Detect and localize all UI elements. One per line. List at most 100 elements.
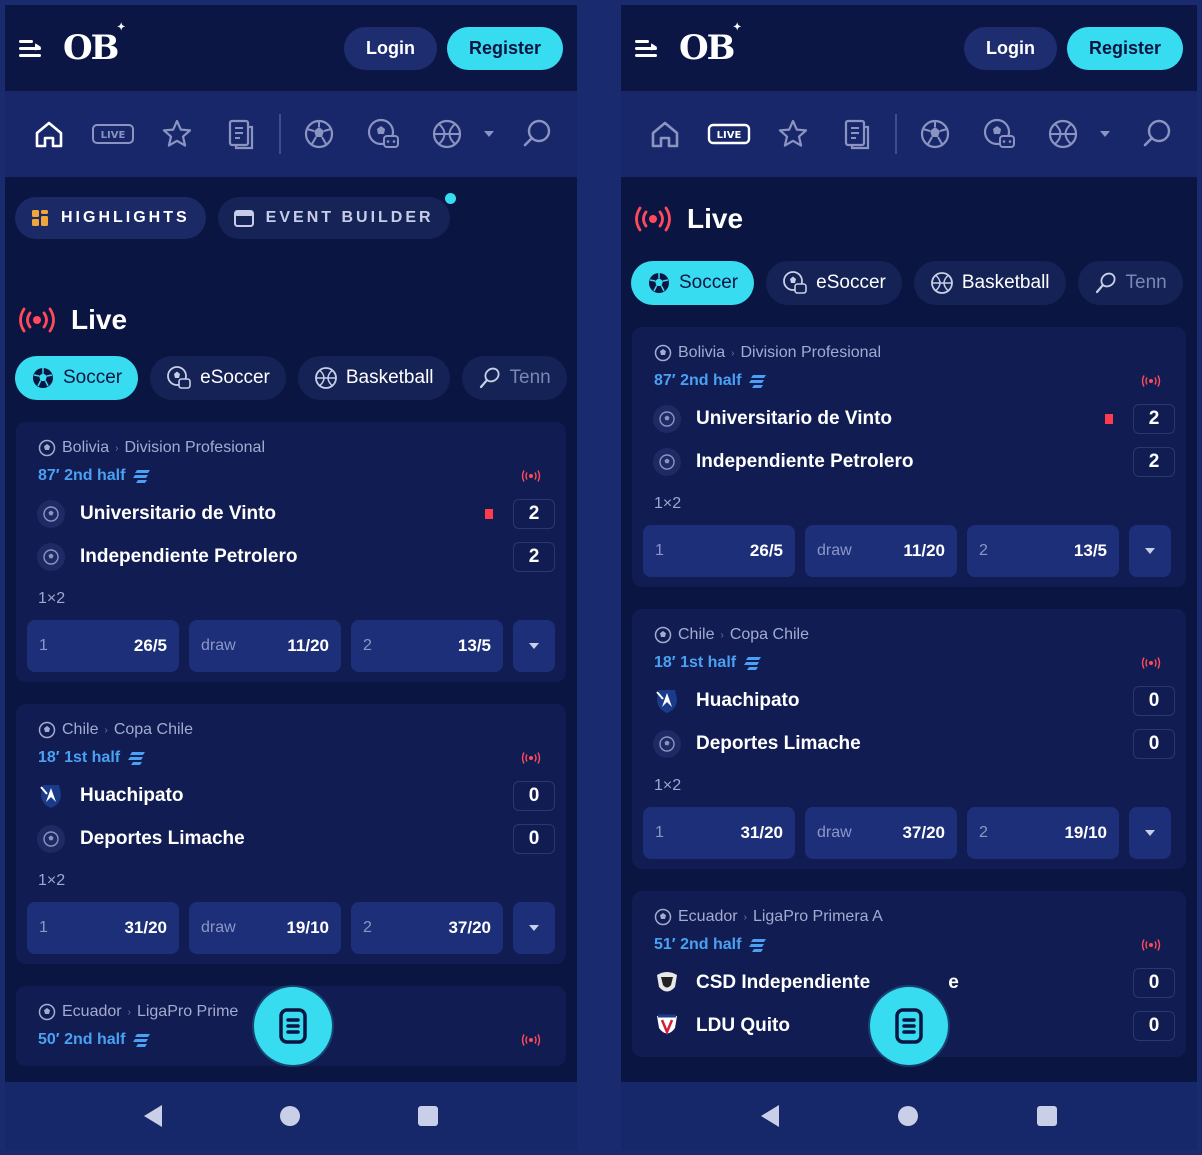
sport-basketball[interactable]: Basketball	[913, 261, 1066, 305]
home-circle-icon[interactable]	[280, 1106, 300, 1126]
odd-button-draw[interactable]: draw 19/10	[189, 902, 341, 954]
nav-home[interactable]	[633, 109, 697, 159]
menu-icon[interactable]	[635, 37, 661, 59]
nav-favorites[interactable]	[145, 109, 209, 159]
betslip-icon	[279, 1008, 307, 1044]
odd-button-away[interactable]: 2 37/20	[351, 902, 503, 954]
odd-button-home[interactable]: 1 26/5	[643, 525, 795, 577]
live-title: Live	[71, 304, 128, 335]
match-time: 18′ 1st half	[654, 654, 737, 671]
more-markets-button[interactable]	[1129, 807, 1171, 859]
back-icon[interactable]	[144, 1105, 162, 1127]
basketball-icon	[314, 367, 337, 389]
time-row: 51′ 2nd half	[643, 929, 1175, 961]
sport-tennis[interactable]: Tenn	[461, 356, 567, 400]
nav-more[interactable]	[1095, 130, 1115, 138]
match-card[interactable]: Bolivia › Division Profesional 87′ 2nd h…	[632, 327, 1186, 587]
odd-button-away[interactable]: 2 13/5	[967, 525, 1119, 577]
time-row: 87′ 2nd half	[643, 365, 1175, 397]
logo-star-icon: ✦	[116, 22, 126, 33]
menu-icon[interactable]	[19, 37, 45, 59]
nav-esoccer[interactable]	[351, 109, 415, 159]
nav-search[interactable]	[1129, 117, 1185, 151]
login-button[interactable]: Login	[343, 26, 437, 70]
sport-basketball[interactable]: Basketball	[297, 356, 450, 400]
favorites-star-icon	[778, 119, 808, 147]
home-circle-icon[interactable]	[897, 1106, 918, 1126]
match-card[interactable]: Chile › Copa Chile 18′ 1st half Huachipa…	[16, 704, 566, 964]
odd-button-away[interactable]: 2 13/5	[351, 620, 503, 672]
recents-icon[interactable]	[1037, 1106, 1058, 1126]
live-broadcast-icon	[521, 752, 541, 764]
more-markets-button[interactable]	[513, 902, 555, 954]
tab-highlights[interactable]: HIGHLIGHTS	[15, 197, 206, 239]
home-icon	[35, 121, 63, 148]
country-name: Ecuador	[62, 1003, 122, 1020]
odd-button-home[interactable]: 1 26/5	[27, 620, 179, 672]
more-markets-button[interactable]	[513, 620, 555, 672]
odd-button-draw[interactable]: draw 37/20	[805, 807, 957, 859]
betslip-fab[interactable]	[870, 987, 948, 1065]
match-card[interactable]: Bolivia › Division Profesional 87′ 2nd h…	[16, 422, 566, 682]
market-label: 1×2	[38, 590, 66, 607]
odd-button-home[interactable]: 1 31/20	[643, 807, 795, 859]
match-time: 87′ 2nd half	[654, 372, 742, 389]
nav-live[interactable]: LIVE	[697, 109, 761, 159]
stats-icon	[749, 375, 767, 388]
nav-search[interactable]	[509, 117, 565, 151]
sport-soccer[interactable]: Soccer	[631, 261, 755, 305]
nav-more[interactable]	[479, 130, 499, 138]
screen: OB ✦ Login Register LIVE	[5, 5, 577, 1150]
nav-live[interactable]: LIVE	[81, 109, 145, 159]
team-row-away: Independiente Petrolero 2	[643, 440, 1175, 483]
team-row-away: Deportes Limache 0	[643, 722, 1175, 765]
register-button[interactable]: Register	[1066, 26, 1183, 70]
team-name: Deportes Limache	[80, 827, 245, 849]
more-markets-button[interactable]	[1129, 525, 1171, 577]
basketball-icon	[930, 272, 953, 294]
odd-button-draw[interactable]: draw 11/20	[805, 525, 957, 577]
sport-esoccer[interactable]: eSoccer	[150, 356, 286, 400]
soccer-ball-icon	[654, 626, 672, 644]
nav-favorites[interactable]	[761, 109, 825, 159]
back-icon[interactable]	[760, 1105, 779, 1127]
league-name: LigaPro Prime	[136, 1003, 239, 1020]
nav-basketball[interactable]	[1031, 109, 1095, 159]
betslip-fab[interactable]	[254, 987, 332, 1065]
tab-event-builder-label: EVENT BUILDER	[265, 209, 434, 226]
match-card[interactable]: Chile › Copa Chile 18′ 1st half Huachipa…	[632, 609, 1186, 869]
tab-event-builder[interactable]: EVENT BUILDER	[217, 193, 456, 239]
register-button[interactable]: Register	[446, 26, 563, 70]
login-button[interactable]: Login	[963, 26, 1057, 70]
odd-button-away[interactable]: 2 19/10	[967, 807, 1119, 859]
recents-icon[interactable]	[418, 1106, 438, 1126]
odds-row: 1 26/5 draw 11/20 2 13/5	[27, 620, 555, 672]
nav-basketball[interactable]	[415, 109, 479, 159]
team-name: CSD Independiente	[696, 971, 871, 993]
soccer-ball-icon	[38, 1003, 56, 1021]
nav-esoccer[interactable]	[967, 109, 1031, 159]
odd-button-draw[interactable]: draw 11/20	[189, 620, 341, 672]
logo[interactable]: OB ✦	[63, 22, 125, 68]
nav-soccer[interactable]	[903, 109, 967, 159]
chevron-down-icon	[529, 925, 539, 931]
live-header: Live	[5, 295, 577, 345]
system-nav-bar	[5, 1082, 577, 1150]
odd-button-home[interactable]: 1 31/20	[27, 902, 179, 954]
main-content: HIGHLIGHTS EVENT BUILDER Live Soccer eSo…	[5, 177, 577, 1082]
nav-betslip[interactable]	[209, 109, 273, 159]
team-crest-icon	[37, 824, 65, 853]
breadcrumb-separator: ›	[731, 347, 735, 359]
nav-home[interactable]	[17, 109, 81, 159]
sport-tennis-label: Tenn	[1125, 272, 1167, 293]
top-bar: OB ✦ Login Register	[621, 5, 1197, 91]
sport-tennis[interactable]: Tenn	[1077, 261, 1183, 305]
logo[interactable]: OB ✦	[679, 22, 741, 68]
sport-esoccer[interactable]: eSoccer	[766, 261, 902, 305]
chevron-down-icon	[1145, 830, 1155, 836]
sport-soccer[interactable]: Soccer	[15, 356, 139, 400]
soccer-ball-icon	[33, 368, 53, 388]
breadcrumb-separator: ›	[115, 442, 119, 454]
nav-betslip[interactable]	[825, 109, 889, 159]
nav-soccer[interactable]	[287, 109, 351, 159]
